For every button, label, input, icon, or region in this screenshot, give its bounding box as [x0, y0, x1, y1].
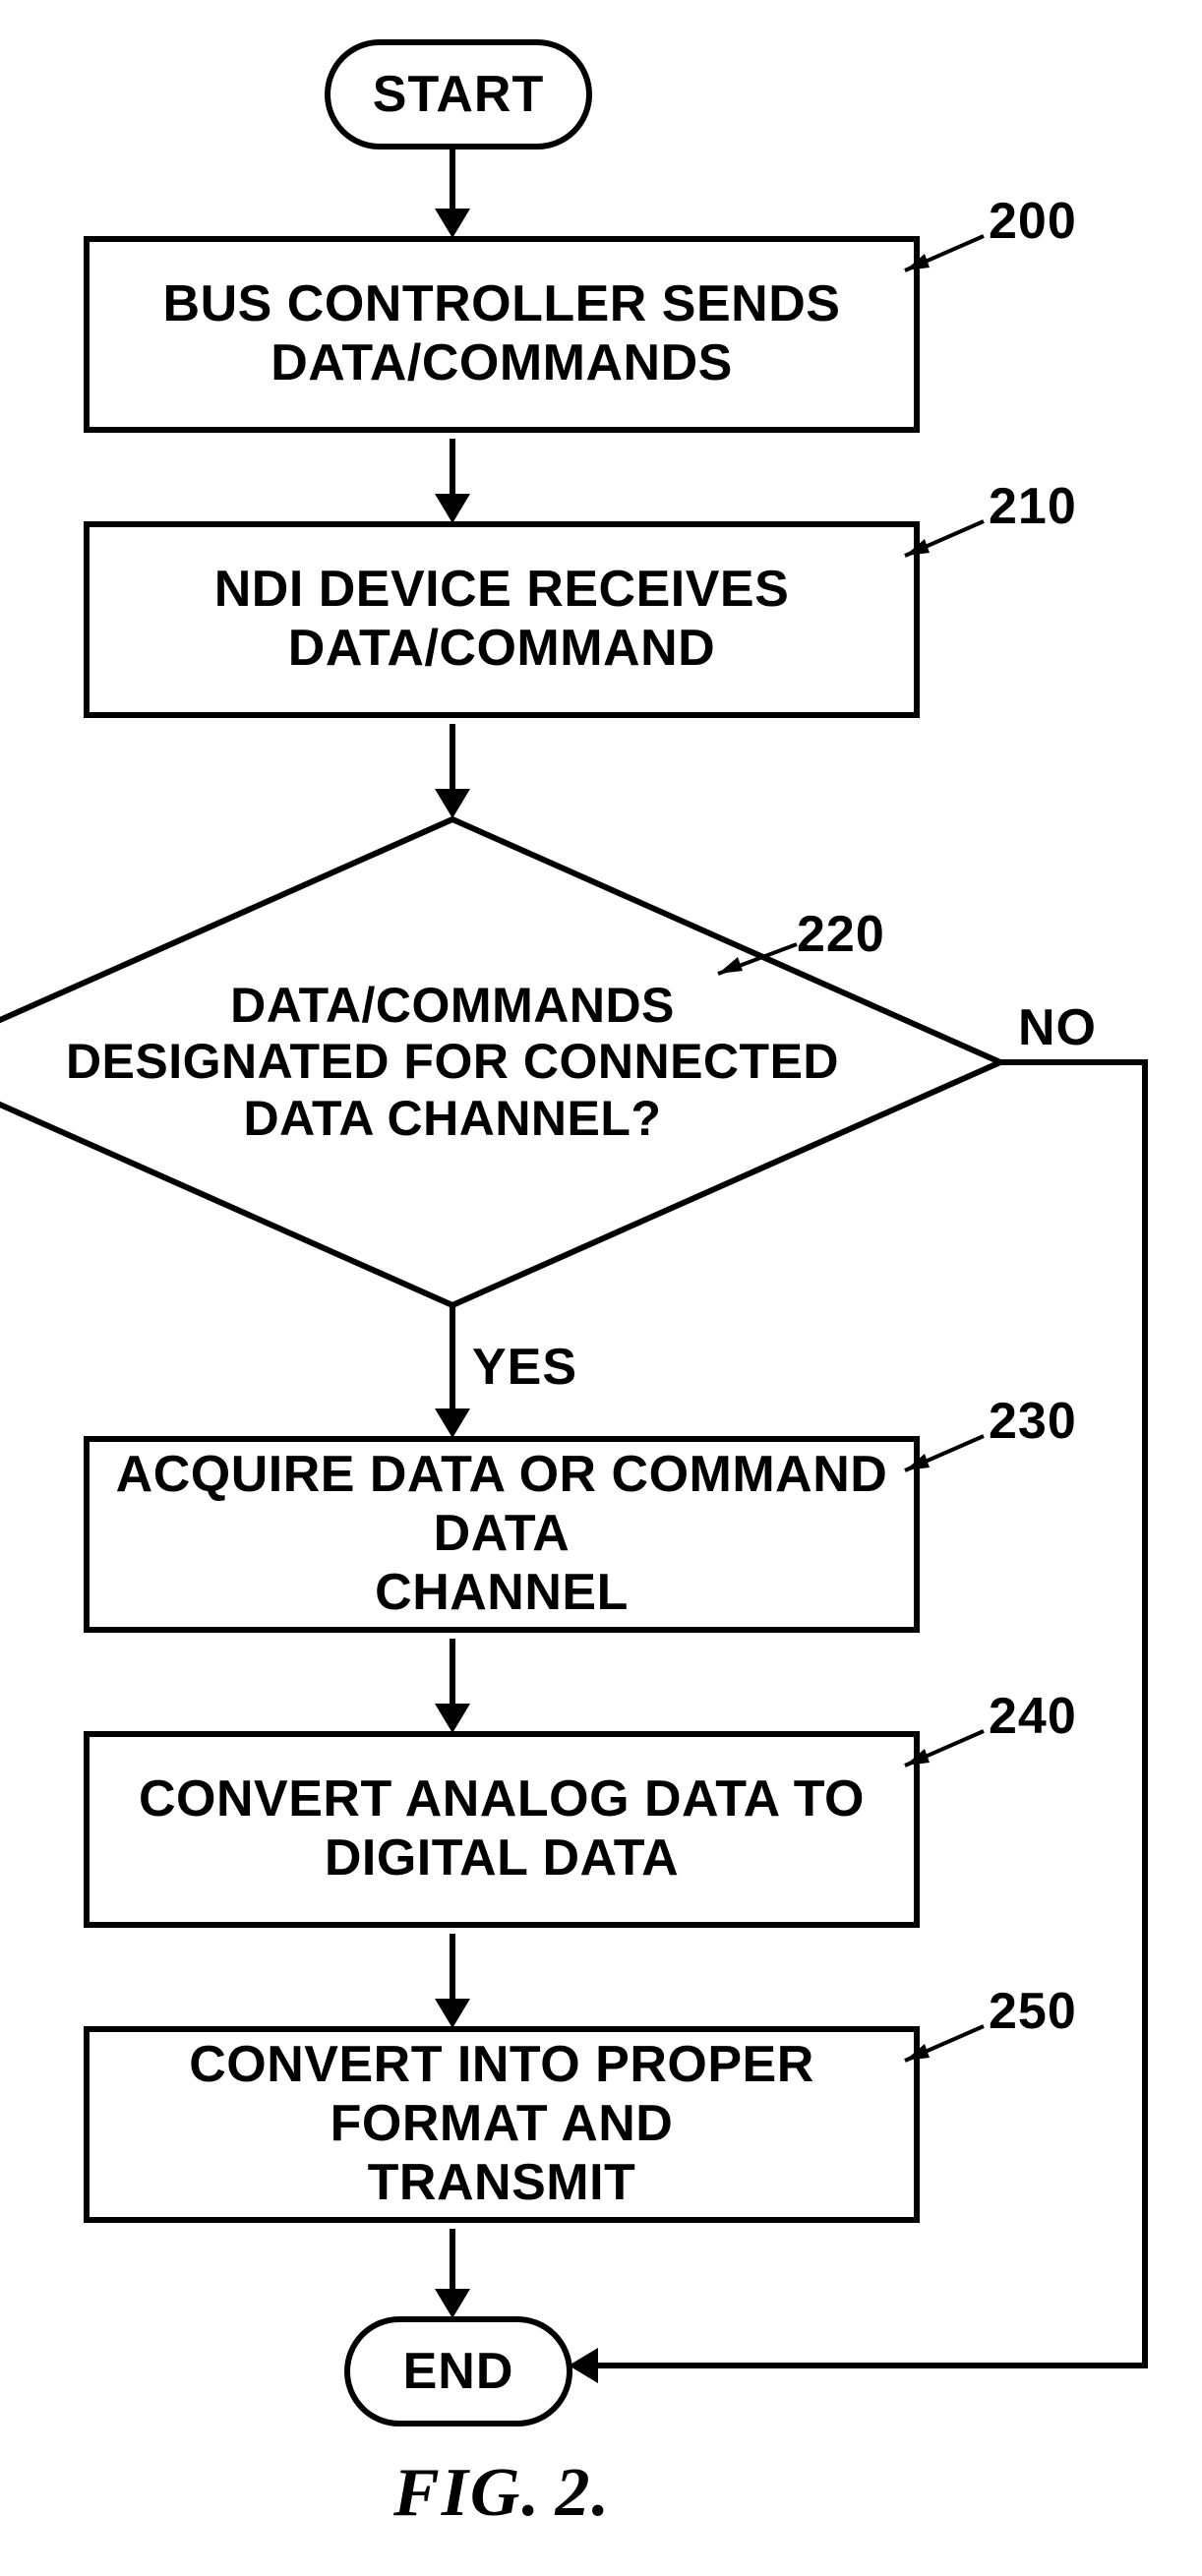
arrow-230-240 — [435, 1704, 470, 1733]
process-230-line1: ACQUIRE DATA OR COMMAND DATA — [109, 1446, 894, 1564]
end-label: END — [403, 2342, 514, 2401]
ref-230: 230 — [989, 1392, 1077, 1451]
decision-220: DATA/COMMANDS DESIGNATED FOR CONNECTED D… — [0, 816, 1003, 1308]
process-230-line2: CHANNEL — [375, 1564, 629, 1623]
arrow-start-200 — [435, 209, 470, 238]
edge-no-h2 — [598, 2363, 1148, 2368]
process-250-line2: TRANSMIT — [368, 2154, 636, 2213]
ref-240-leader — [885, 1721, 993, 1780]
figure-number: 2. — [555, 2455, 611, 2531]
arrow-no-end — [569, 2348, 598, 2383]
process-240-line2: DIGITAL DATA — [325, 1829, 679, 1888]
decision-220-line2: DESIGNATED FOR CONNECTED — [66, 1034, 839, 1091]
no-label: NO — [1018, 998, 1097, 1057]
edge-200-210 — [450, 439, 455, 498]
process-210-line2: DATA/COMMAND — [288, 620, 715, 679]
ref-220-leader — [698, 929, 807, 988]
edge-no-v — [1142, 1059, 1148, 2367]
process-240-line1: CONVERT ANALOG DATA TO — [139, 1770, 865, 1829]
ref-230-leader — [885, 1426, 993, 1485]
ref-220: 220 — [797, 905, 885, 964]
ref-250: 250 — [989, 1982, 1077, 2041]
edge-start-200 — [450, 144, 455, 212]
ref-240: 240 — [989, 1687, 1077, 1746]
process-250: CONVERT INTO PROPER FORMAT AND TRANSMIT — [84, 2026, 920, 2223]
process-240: CONVERT ANALOG DATA TO DIGITAL DATA — [84, 1731, 920, 1928]
ref-200: 200 — [989, 192, 1077, 251]
arrow-250-end — [435, 2289, 470, 2318]
process-210-line1: NDI DEVICE RECEIVES — [214, 561, 790, 620]
process-200-line2: DATA/COMMANDS — [270, 334, 733, 393]
process-250-line1: CONVERT INTO PROPER FORMAT AND — [109, 2036, 894, 2154]
process-230: ACQUIRE DATA OR COMMAND DATA CHANNEL — [84, 1436, 920, 1633]
end-terminator: END — [344, 2316, 572, 2426]
process-210: NDI DEVICE RECEIVES DATA/COMMAND — [84, 521, 920, 718]
decision-220-line3: DATA CHANNEL? — [244, 1091, 662, 1148]
edge-230-240 — [450, 1639, 455, 1707]
figure-caption: FIG. 2. — [393, 2454, 611, 2533]
process-200-line1: BUS CONTROLLER SENDS — [163, 275, 841, 334]
arrow-240-250 — [435, 1999, 470, 2028]
figure-prefix: FIG. — [393, 2455, 541, 2531]
edge-no-h1 — [1000, 1059, 1148, 1065]
process-200: BUS CONTROLLER SENDS DATA/COMMANDS — [84, 236, 920, 433]
arrow-200-210 — [435, 494, 470, 523]
ref-210: 210 — [989, 477, 1077, 536]
edge-240-250 — [450, 1934, 455, 2003]
yes-label: YES — [472, 1338, 577, 1397]
start-terminator: START — [325, 39, 592, 150]
edge-250-end — [450, 2229, 455, 2293]
start-label: START — [373, 65, 544, 124]
ref-210-leader — [885, 511, 993, 570]
edge-210-220 — [450, 724, 455, 793]
arrow-210-220 — [435, 789, 470, 818]
edge-220-230 — [450, 1306, 455, 1412]
ref-200-leader — [885, 226, 993, 285]
arrow-220-230 — [435, 1408, 470, 1438]
decision-220-line1: DATA/COMMANDS — [230, 978, 675, 1035]
ref-250-leader — [885, 2016, 993, 2075]
